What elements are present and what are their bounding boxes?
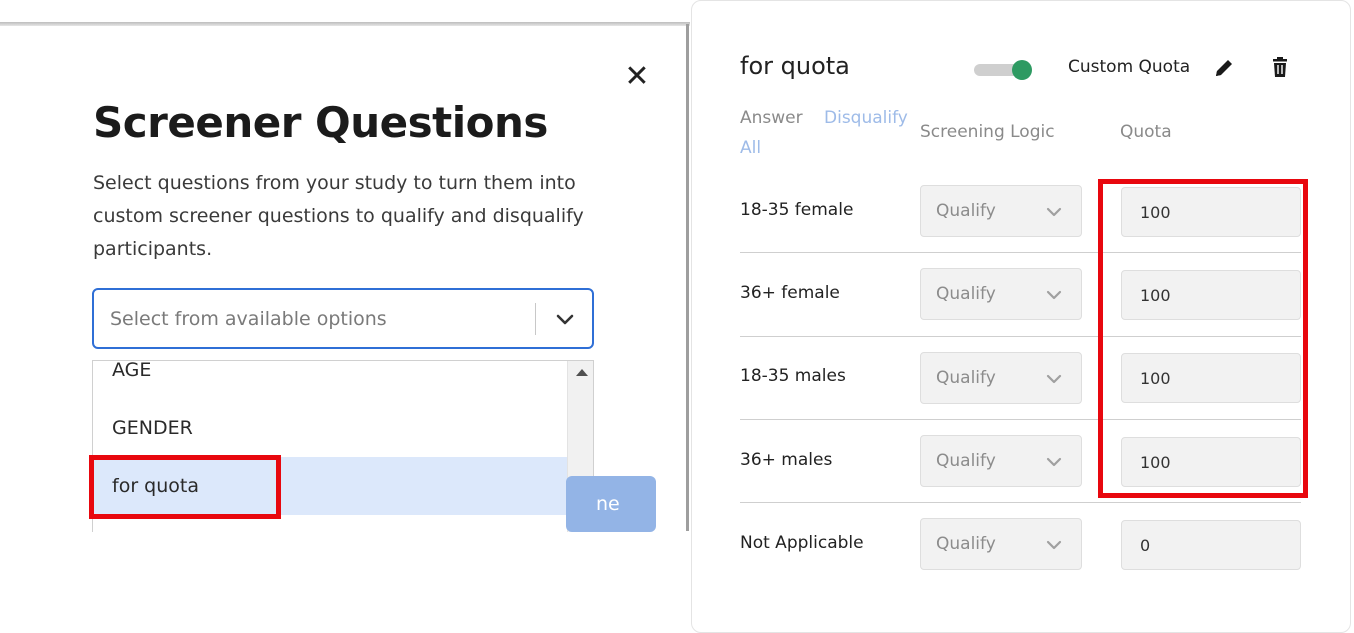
chevron-down-icon <box>1046 374 1062 384</box>
header-screening-logic: Screening Logic <box>920 122 1055 142</box>
screening-logic-value: Qualify <box>936 284 996 304</box>
highlight-box-quota-column <box>1098 179 1308 498</box>
trash-icon[interactable] <box>1269 56 1291 80</box>
question-title: for quota <box>740 52 850 80</box>
answer-label: 36+ female <box>740 283 840 303</box>
row-divider <box>740 502 1301 503</box>
modal-title: Screener Questions <box>93 98 548 147</box>
option-age[interactable]: AGE <box>93 361 567 393</box>
screening-logic-value: Qualify <box>936 201 996 221</box>
screener-modal: ✕ Screener Questions Select questions fr… <box>0 0 690 633</box>
screening-logic-select[interactable]: Qualify <box>920 185 1082 237</box>
chevron-down-icon <box>1046 207 1062 217</box>
screening-logic-value: Qualify <box>936 368 996 388</box>
screening-logic-value: Qualify <box>936 451 996 471</box>
chevron-down-icon <box>1046 457 1062 467</box>
header-answer: Answer <box>740 108 803 128</box>
pencil-icon[interactable] <box>1212 56 1236 80</box>
disqualify-all-link-continued[interactable]: All <box>740 138 761 158</box>
screening-logic-select[interactable]: Qualify <box>920 268 1082 320</box>
answer-label: Not Applicable <box>740 533 864 553</box>
answer-label: 18-35 males <box>740 366 846 386</box>
screening-logic-select[interactable]: Qualify <box>920 518 1082 570</box>
scroll-up-arrow-icon[interactable] <box>576 369 588 376</box>
quota-input[interactable] <box>1121 520 1301 570</box>
toggle-knob <box>1012 60 1032 80</box>
question-select[interactable] <box>92 288 594 349</box>
screening-logic-select[interactable]: Qualify <box>920 352 1082 404</box>
done-button[interactable]: ne <box>566 476 656 532</box>
custom-quota-label: Custom Quota <box>1068 57 1191 77</box>
answer-label: 36+ males <box>740 450 833 470</box>
highlight-box-selected-option <box>89 455 281 519</box>
chevron-down-icon <box>1046 290 1062 300</box>
disqualify-all-link[interactable]: Disqualify <box>824 108 908 128</box>
modal-top-edge <box>0 22 690 26</box>
option-gender[interactable]: GENDER <box>93 399 567 457</box>
header-quota: Quota <box>1120 122 1172 142</box>
question-select-input[interactable] <box>110 305 530 333</box>
modal-description: Select questions from your study to turn… <box>93 172 584 260</box>
screening-logic-value: Qualify <box>936 534 996 554</box>
close-icon[interactable]: ✕ <box>622 60 652 94</box>
chevron-down-icon[interactable] <box>550 304 580 334</box>
answer-label: 18-35 female <box>740 200 854 220</box>
select-divider <box>535 303 536 335</box>
modal-right-edge <box>686 24 689 531</box>
chevron-down-icon <box>1046 540 1062 550</box>
custom-quota-toggle[interactable] <box>974 60 1032 80</box>
screening-logic-select[interactable]: Qualify <box>920 435 1082 487</box>
